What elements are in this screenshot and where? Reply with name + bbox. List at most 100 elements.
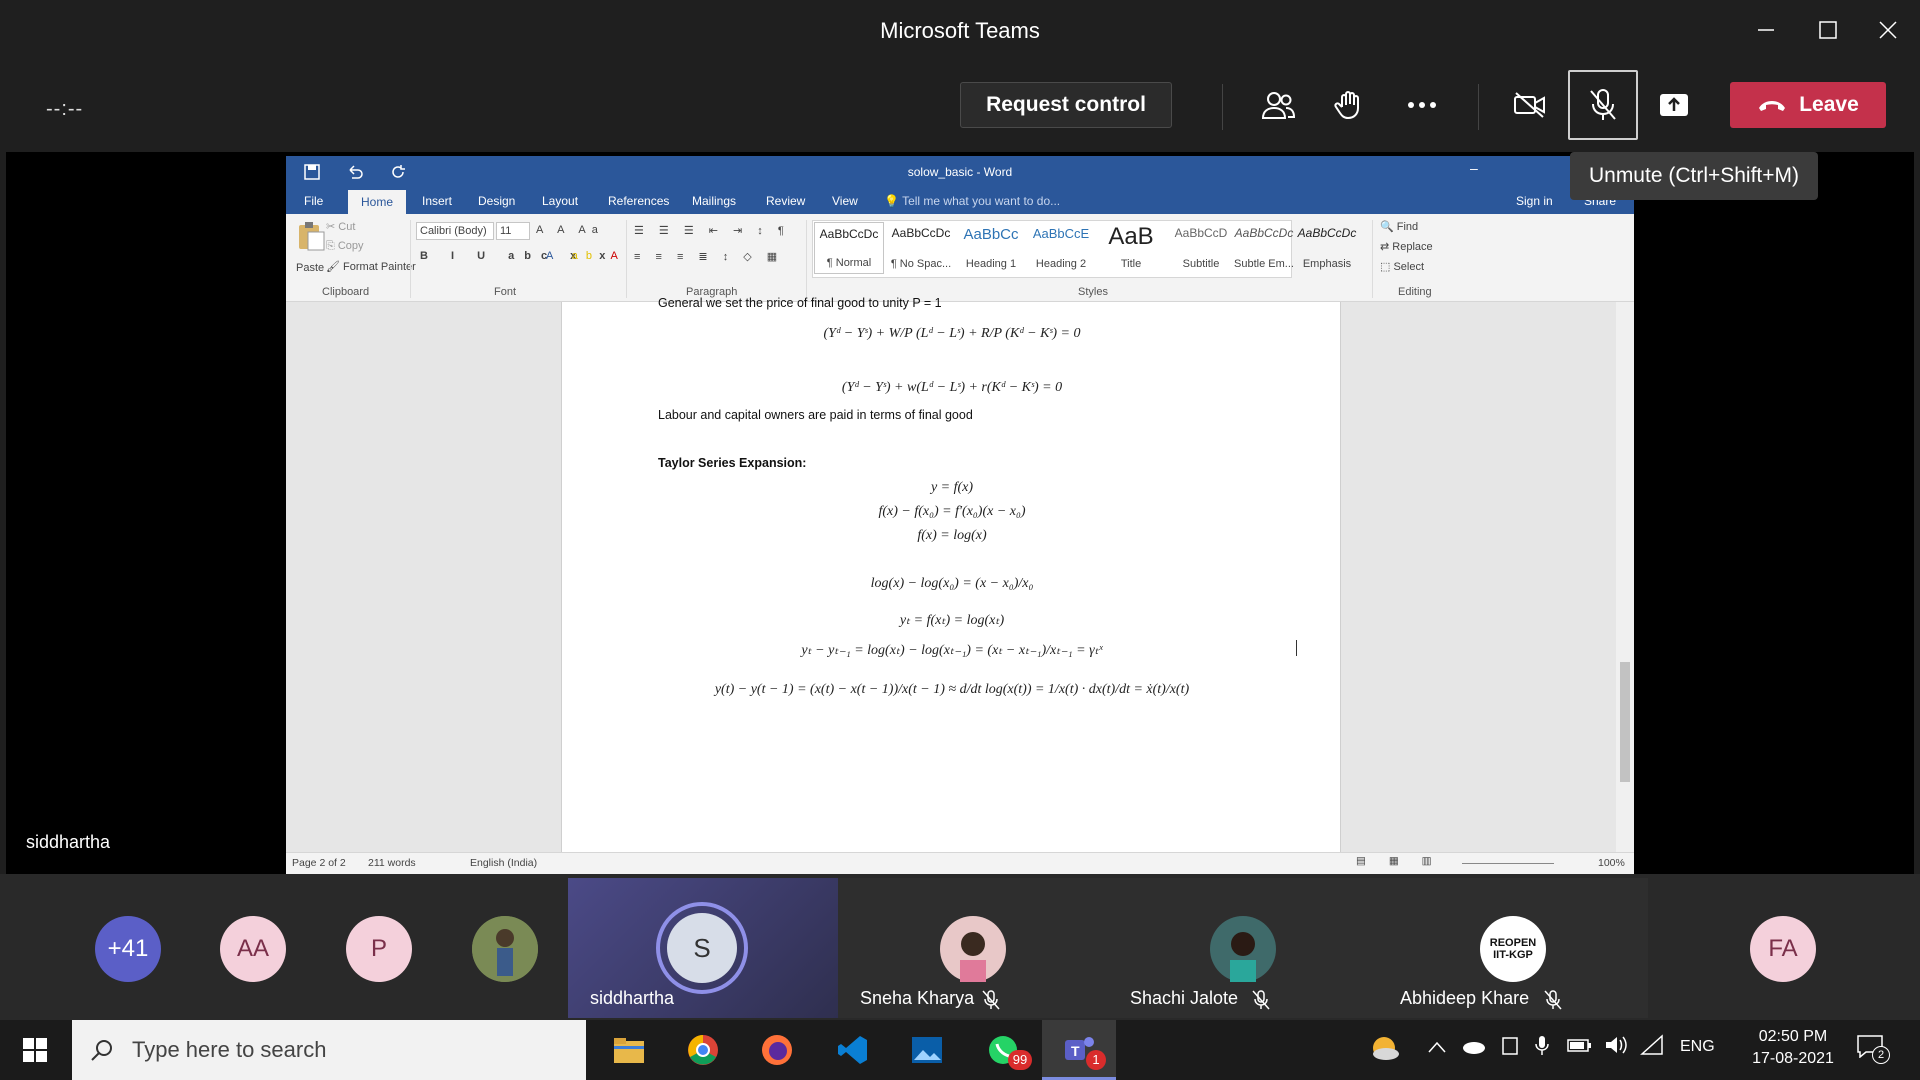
equation-8: yₜ − yₜ₋₁ = log(xₜ) − log(xₜ₋₁) = (xₜ − … [801, 643, 1103, 658]
tab-home[interactable]: Home [348, 190, 406, 214]
select-button[interactable]: ⬚ Select [1380, 260, 1424, 273]
styles-group-label: Styles [1078, 286, 1108, 298]
tab-view[interactable]: View [832, 194, 858, 208]
style-no-spacing[interactable]: AaBbCcDc ¶ No Spac... [886, 222, 956, 274]
sign-in-link[interactable]: Sign in [1516, 194, 1553, 208]
page-count[interactable]: Page 2 of 2 [292, 857, 346, 869]
list-indent-icons[interactable]: ☰ ☰ ☰ ⇤ ⇥ ↕ ¶ [634, 224, 790, 237]
participant-avatar[interactable]: FA [1750, 916, 1816, 982]
battery-icon[interactable] [1566, 1036, 1592, 1059]
notification-center-icon[interactable]: 2 [1856, 1034, 1890, 1064]
vscode-icon [838, 1036, 867, 1064]
alignment-icons[interactable]: ≡ ≡ ≡ ≣ ↕ ◇ ▦ [634, 250, 783, 263]
weather-icon[interactable] [1368, 1034, 1400, 1067]
font-name-box[interactable]: Calibri (Body) [416, 222, 494, 240]
teams-app[interactable]: T 1 [1042, 1020, 1116, 1080]
copy-button[interactable]: ⎘ Copy [326, 240, 364, 253]
windows-logo-icon [23, 1038, 47, 1062]
participant-photo-avatar[interactable] [472, 916, 538, 982]
style-normal[interactable]: AaBbCcDc ¶ Normal [814, 222, 884, 274]
chrome-icon [688, 1035, 718, 1065]
show-hidden-icons[interactable] [1428, 1040, 1446, 1058]
participant-avatar[interactable]: P [346, 916, 412, 982]
font-size-box[interactable]: 11 [496, 222, 530, 240]
paste-icon[interactable] [296, 220, 326, 252]
more-actions-button[interactable] [1392, 80, 1452, 130]
people-icon [1261, 92, 1295, 119]
word-count[interactable]: 211 words [368, 857, 416, 869]
tab-file[interactable]: File [304, 194, 323, 208]
tab-review[interactable]: Review [766, 194, 805, 208]
find-button[interactable]: 🔍 Find [1380, 220, 1418, 233]
replace-button[interactable]: ⇄ Replace [1380, 240, 1433, 253]
participant-tile[interactable]: Sneha Kharya [838, 878, 1108, 1018]
style-heading-2[interactable]: AaBbCcE Heading 2 [1026, 222, 1096, 274]
style-heading-1[interactable]: AaBbCc Heading 1 [956, 222, 1026, 274]
language-indicator[interactable]: ENG [1680, 1038, 1715, 1056]
teams-badge: 1 [1086, 1050, 1106, 1070]
share-content-button[interactable] [1644, 80, 1704, 130]
close-icon [1879, 21, 1897, 39]
taskbar-search-box[interactable]: Type here to search [72, 1020, 586, 1080]
wifi-icon[interactable] [1640, 1034, 1664, 1061]
style-subtle-emphasis[interactable]: AaBbCcDc Subtle Em... [1234, 222, 1294, 274]
clock-time: 02:50 PM [1758, 1028, 1828, 1045]
maximize-button[interactable] [1798, 10, 1858, 50]
mic-muted-icon [1252, 990, 1270, 1010]
zoom-level[interactable]: 100% [1598, 857, 1625, 869]
participant-photo-icon [1210, 916, 1276, 982]
photos-app[interactable] [890, 1020, 964, 1080]
vertical-scrollbar[interactable] [1616, 302, 1634, 852]
tab-design[interactable]: Design [478, 194, 515, 208]
text-effects-icons[interactable]: A ab A [546, 250, 626, 262]
request-control-button[interactable]: Request control [960, 82, 1172, 128]
vscode-app[interactable] [816, 1020, 890, 1080]
zoom-slider[interactable] [1462, 863, 1554, 864]
participant-avatar[interactable]: AA [220, 916, 286, 982]
device-icon[interactable] [1500, 1036, 1520, 1061]
leave-button[interactable]: Leave [1730, 82, 1886, 128]
start-button[interactable] [0, 1020, 70, 1080]
camera-toggle-button[interactable] [1500, 80, 1560, 130]
microphone-tray-icon[interactable] [1534, 1034, 1550, 1063]
tell-me-box[interactable]: 💡 Tell me what you want to do... [884, 194, 1060, 208]
volume-icon[interactable] [1604, 1034, 1628, 1061]
format-painter-button[interactable]: 🖌 Format Painter [326, 260, 416, 273]
close-button[interactable] [1858, 10, 1918, 50]
scroll-thumb[interactable] [1620, 662, 1630, 782]
file-explorer-app[interactable] [592, 1020, 666, 1080]
more-participants-avatar[interactable]: +41 [95, 916, 161, 982]
participant-name: Shachi Jalote [1130, 988, 1239, 1008]
document-page[interactable]: General we set the price of final good t… [561, 296, 1341, 852]
minimize-button[interactable] [1736, 10, 1796, 50]
style-title[interactable]: AaB Title [1096, 222, 1166, 274]
font-grow-shrink-icons[interactable]: A A Aa [536, 224, 604, 236]
tab-references[interactable]: References [608, 194, 669, 208]
mic-muted-icon [1544, 990, 1562, 1010]
mic-toggle-button[interactable] [1568, 70, 1638, 140]
participant-name: siddhartha [590, 988, 675, 1008]
style-emphasis[interactable]: AaBbCcDc Emphasis [1294, 222, 1360, 274]
minimize-word-icon[interactable]: – [1470, 160, 1478, 176]
word-window: solow_basic - Word – File Home Insert De… [286, 156, 1634, 874]
style-subtitle[interactable]: AaBbCcD Subtitle [1166, 222, 1236, 274]
participants-button[interactable] [1248, 80, 1308, 130]
onedrive-icon[interactable] [1460, 1038, 1486, 1059]
tab-layout[interactable]: Layout [542, 194, 578, 208]
active-speaker-tile[interactable]: S siddhartha [568, 878, 838, 1018]
raise-hand-icon [1334, 91, 1359, 120]
tab-insert[interactable]: Insert [422, 194, 452, 208]
firefox-app[interactable] [740, 1020, 814, 1080]
language-indicator[interactable]: English (India) [470, 857, 537, 869]
chrome-app[interactable] [666, 1020, 740, 1080]
paste-label[interactable]: Paste [296, 262, 324, 274]
cut-button[interactable]: ✂ Cut [326, 220, 355, 233]
tab-mailings[interactable]: Mailings [692, 194, 736, 208]
participant-tile[interactable]: Shachi Jalote [1108, 878, 1378, 1018]
raise-hand-button[interactable] [1320, 80, 1380, 130]
participant-tile[interactable]: REOPEN IIT-KGP Abhideep Khare [1378, 878, 1648, 1018]
view-mode-icons[interactable]: ▤ ▦ ▥ [1356, 855, 1442, 867]
whatsapp-app[interactable]: 99 [966, 1020, 1040, 1080]
clock[interactable]: 02:50 PM 17-08-2021 [1744, 1026, 1842, 1070]
ribbon-home: Paste ✂ Cut ⎘ Copy 🖌 Format Painter Clip… [286, 214, 1634, 302]
